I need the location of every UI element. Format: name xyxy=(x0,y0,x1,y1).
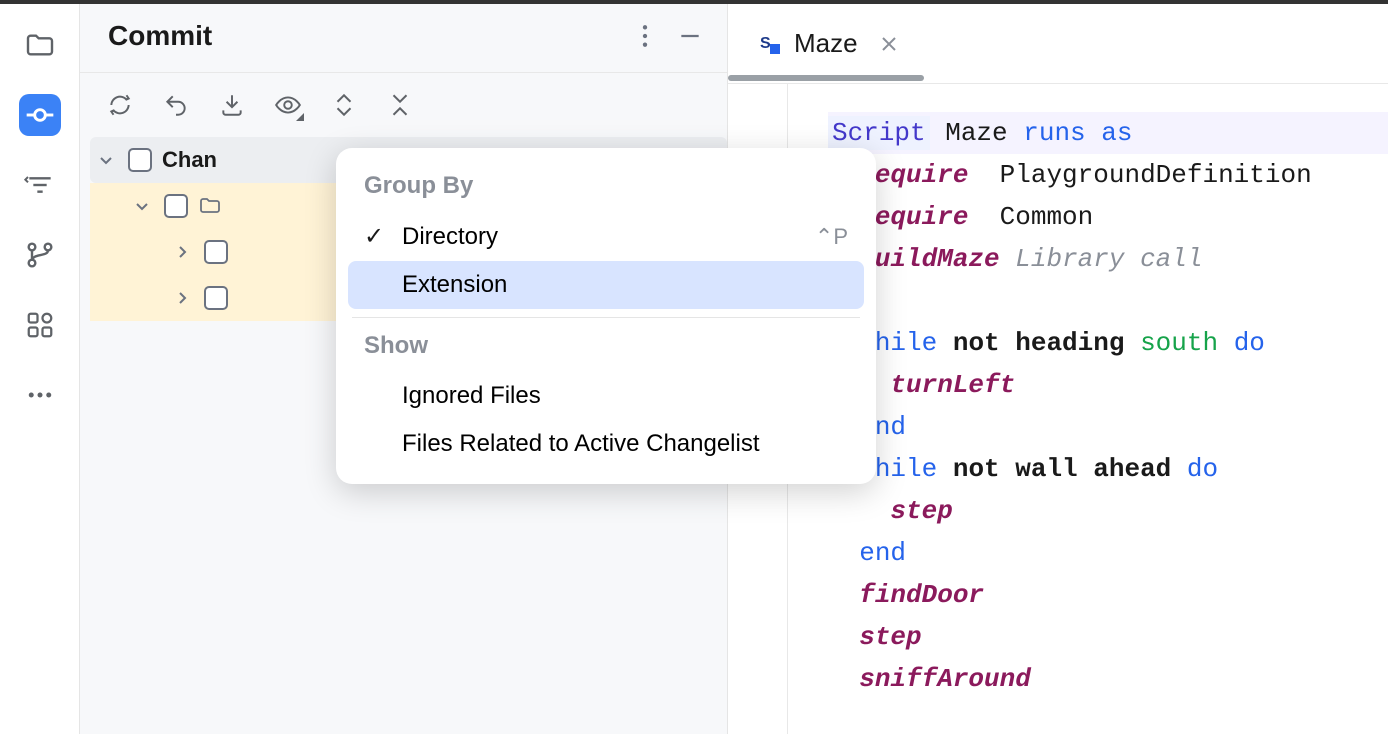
changelist-checkbox[interactable] xyxy=(128,148,152,172)
token-identifier: PlaygroundDefinition xyxy=(968,160,1311,190)
chevron-down-icon[interactable] xyxy=(98,152,118,168)
token-identifier: not wall ahead xyxy=(953,454,1187,484)
popup-item-extension[interactable]: Extension xyxy=(348,261,864,309)
left-tool-rail xyxy=(0,4,80,734)
git-branch-icon xyxy=(24,239,56,271)
popup-divider xyxy=(352,317,860,318)
folder-icon xyxy=(24,29,56,61)
token-comment: Library call xyxy=(1000,244,1203,274)
commit-tool-button[interactable] xyxy=(19,94,61,136)
popup-item-label: Directory xyxy=(402,223,498,251)
commit-panel: Commit xyxy=(80,4,728,734)
token-call: step xyxy=(859,622,921,652)
item-checkbox[interactable] xyxy=(204,240,228,264)
editor-tab-maze[interactable]: S Maze xyxy=(758,28,898,59)
commit-node-icon xyxy=(24,99,56,131)
structure-tool-button[interactable] xyxy=(19,164,61,206)
check-icon: ✓ xyxy=(364,222,388,251)
panel-options-button[interactable] xyxy=(641,23,649,49)
vertical-dots-icon xyxy=(641,23,649,49)
tab-close-button[interactable] xyxy=(880,35,898,53)
collapse-vertical-icon xyxy=(389,92,411,118)
view-options-popup: Group By ✓ Directory ⌃P Extension Show I… xyxy=(336,148,876,484)
popup-item-related-files[interactable]: Files Related to Active Changelist xyxy=(336,420,876,468)
refresh-icon xyxy=(107,92,133,118)
dropdown-corner-icon xyxy=(296,113,304,121)
services-tool-button[interactable] xyxy=(19,304,61,346)
view-options-button[interactable] xyxy=(274,91,302,119)
popup-item-label: Files Related to Active Changelist xyxy=(402,430,760,458)
tab-label: Maze xyxy=(794,28,858,59)
token-call: turnLeft xyxy=(890,370,1015,400)
script-file-icon: S xyxy=(758,32,782,56)
token-identifier: Common xyxy=(968,202,1093,232)
tab-active-indicator xyxy=(728,75,924,81)
token-call: step xyxy=(890,496,952,526)
minimize-icon xyxy=(677,23,703,49)
token-identifier: Maze xyxy=(930,118,1024,148)
close-icon xyxy=(880,35,898,53)
commit-header-actions xyxy=(641,23,703,49)
token-keyword: end xyxy=(859,538,906,568)
commit-header: Commit xyxy=(80,4,727,73)
token-keyword: do xyxy=(1234,328,1265,358)
token-call: buildMaze xyxy=(859,244,999,274)
folder-checkbox[interactable] xyxy=(164,194,188,218)
main-layout: Commit xyxy=(0,4,1388,734)
expand-vertical-icon xyxy=(333,92,355,118)
grid-blocks-icon xyxy=(25,310,55,340)
download-tray-icon xyxy=(219,92,245,118)
commit-toolbar xyxy=(80,73,727,137)
more-tool-button[interactable] xyxy=(19,374,61,416)
chevron-down-icon[interactable] xyxy=(134,198,154,214)
token-keyword: runs as xyxy=(1023,118,1132,148)
vcs-tool-button[interactable] xyxy=(19,234,61,276)
popup-item-label: Extension xyxy=(402,271,507,299)
folder-icon xyxy=(198,194,222,218)
chevron-right-icon[interactable] xyxy=(174,290,194,306)
commit-panel-title: Commit xyxy=(108,20,212,52)
project-tool-button[interactable] xyxy=(19,24,61,66)
token-identifier: south xyxy=(1140,328,1234,358)
popup-item-ignored-files[interactable]: Ignored Files xyxy=(336,372,876,420)
svg-text:S: S xyxy=(760,35,771,52)
token-keyword: do xyxy=(1187,454,1218,484)
item-checkbox[interactable] xyxy=(204,286,228,310)
chevron-right-icon[interactable] xyxy=(174,244,194,260)
undo-icon xyxy=(163,92,189,118)
popup-item-directory[interactable]: ✓ Directory ⌃P xyxy=(336,212,876,261)
editor-tab-bar: S Maze xyxy=(728,4,1388,84)
token-call: findDoor xyxy=(859,580,984,610)
refresh-button[interactable] xyxy=(106,91,134,119)
expand-all-button[interactable] xyxy=(330,91,358,119)
changelist-label: Chan xyxy=(162,147,217,173)
panel-minimize-button[interactable] xyxy=(677,23,703,49)
token-call: sniffAround xyxy=(859,664,1031,694)
collapse-all-button[interactable] xyxy=(386,91,414,119)
ellipsis-icon xyxy=(25,380,55,410)
filter-lines-icon xyxy=(24,169,56,201)
popup-item-label: Ignored Files xyxy=(402,382,541,410)
rollback-button[interactable] xyxy=(162,91,190,119)
popup-section-show: Show xyxy=(336,326,876,372)
token-keyword: Script xyxy=(828,116,930,150)
popup-shortcut: ⌃P xyxy=(815,224,848,250)
token-identifier: not heading xyxy=(953,328,1140,358)
shelve-button[interactable] xyxy=(218,91,246,119)
popup-section-group-by: Group By xyxy=(336,166,876,212)
